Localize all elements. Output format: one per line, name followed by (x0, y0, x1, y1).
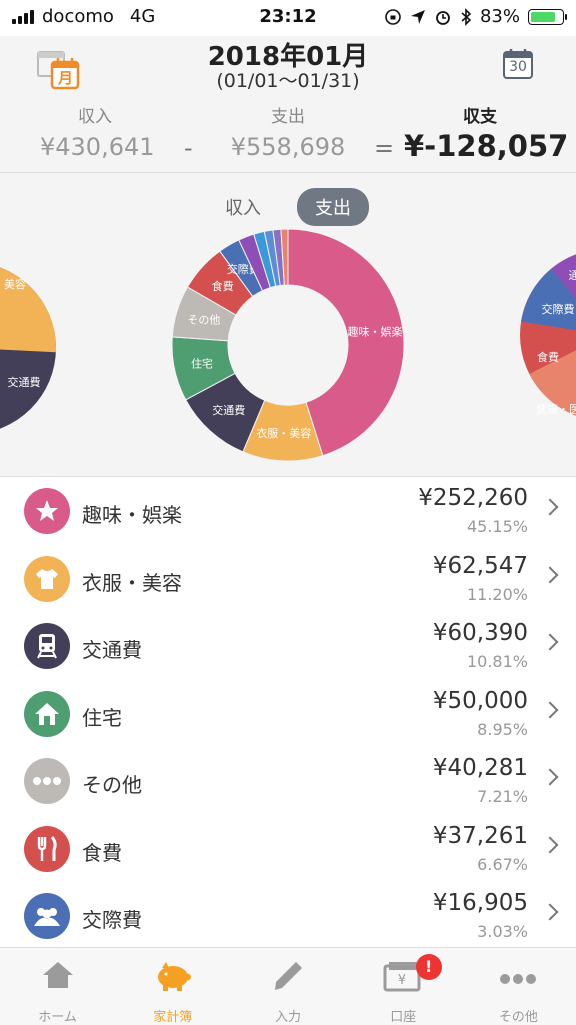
category-amount: ¥60,390 (433, 620, 528, 646)
category-row[interactable]: 食費 ¥37,261 6.67% (0, 815, 576, 883)
category-name: 交通費 (82, 634, 142, 663)
tab-more[interactable]: その他 (461, 948, 576, 1025)
tab-wallet[interactable]: ¥ 口座 ! (346, 948, 461, 1025)
category-row[interactable]: 交際費 ¥16,905 3.03% (0, 882, 576, 950)
balance-label: 収支 (404, 102, 556, 127)
prev-month-label: 交通費 (8, 375, 41, 389)
chart-carousel[interactable]: 収入 支出 美容交通費通交際費食費健康・医趣味・娯楽衣服・美容交通費住宅その他食… (0, 173, 576, 477)
alarm-icon (434, 8, 452, 26)
chevron-right-icon (542, 769, 559, 786)
chevron-right-icon (542, 634, 559, 651)
pie-label: 趣味・娯楽 (347, 325, 402, 339)
tab-piggy-bank[interactable]: 家計簿 (115, 948, 230, 1025)
minus-sign: - (184, 134, 193, 162)
category-row[interactable]: 住宅 ¥50,000 8.95% (0, 680, 576, 748)
category-name: 食費 (82, 837, 122, 866)
home-icon (41, 960, 75, 994)
chevron-right-icon (542, 499, 559, 516)
category-list: 趣味・娯楽 ¥252,260 45.15% 衣服・美容 ¥62,547 11.2… (0, 477, 576, 950)
income-value: ¥430,641 (40, 133, 150, 161)
balance-value: ¥-128,057 (404, 129, 556, 163)
next-month-label: 食費 (537, 350, 559, 364)
income-label: 収入 (40, 102, 150, 127)
tab-label: その他 (461, 1006, 576, 1025)
category-percent: 11.20% (467, 585, 528, 604)
tab-label: 入力 (230, 1006, 345, 1025)
more-icon (499, 970, 537, 989)
tab-pencil[interactable]: 入力 (230, 948, 345, 1025)
chevron-right-icon (542, 701, 559, 718)
daily-calendar-button[interactable]: 30 (502, 48, 534, 84)
people-icon (24, 893, 70, 939)
pie-label: 交通費 (212, 403, 245, 417)
next-month-label: 健康・医 (536, 402, 576, 416)
equals-sign: = (374, 134, 394, 162)
location-icon (410, 9, 426, 25)
tab-bar: ホーム 家計簿 入力 ¥ 口座 ! その他 (0, 947, 576, 1025)
piggy-bank-icon (154, 960, 192, 996)
orientation-lock-icon (384, 8, 402, 26)
category-percent: 10.81% (467, 652, 528, 671)
date-range: (01/01〜01/31) (0, 66, 576, 93)
prev-month-label: 美容 (4, 277, 26, 291)
expense-value: ¥558,698 (230, 133, 346, 161)
category-name: 衣服・美容 (82, 567, 182, 596)
pencil-icon (272, 960, 304, 996)
category-amount: ¥40,281 (433, 755, 528, 781)
category-amount: ¥252,260 (418, 485, 528, 511)
prev-month-slice (0, 262, 56, 352)
dots-icon (24, 758, 70, 804)
tab-label: 家計簿 (115, 1006, 230, 1025)
tab-label: 口座 (346, 1006, 461, 1025)
house-icon (24, 691, 70, 737)
category-percent: 7.21% (477, 787, 528, 806)
next-month-label: 交際費 (542, 302, 575, 316)
category-name: 住宅 (82, 702, 122, 731)
category-name: その他 (82, 769, 142, 798)
expense-summary: 支出 ¥558,698 (230, 102, 346, 161)
category-name: 交際費 (82, 904, 142, 933)
expense-donut-chart[interactable]: 美容交通費通交際費食費健康・医趣味・娯楽衣服・美容交通費住宅その他食費交際費 (0, 173, 576, 476)
status-bar: docomo 4G 23:12 83% (0, 0, 576, 36)
category-percent: 6.67% (477, 855, 528, 874)
fork-knife-icon (24, 826, 70, 872)
category-percent: 8.95% (477, 720, 528, 739)
summary-header: 月 2018年01月 (01/01〜01/31) 30 収入 ¥430,641 … (0, 36, 576, 173)
income-summary: 収入 ¥430,641 (40, 102, 150, 161)
category-row[interactable]: 趣味・娯楽 ¥252,260 45.15% (0, 477, 576, 545)
pie-label: その他 (187, 313, 220, 326)
battery-icon (528, 9, 564, 25)
tab-label: ホーム (0, 1006, 115, 1025)
tshirt-icon (24, 556, 70, 602)
category-row[interactable]: その他 ¥40,281 7.21% (0, 747, 576, 815)
category-name: 趣味・娯楽 (82, 499, 182, 528)
star-icon (24, 488, 70, 534)
pie-label: 住宅 (191, 356, 213, 370)
pie-label: 衣服・美容 (256, 426, 311, 440)
category-amount: ¥62,547 (433, 553, 528, 579)
category-row[interactable]: 交通費 ¥60,390 10.81% (0, 612, 576, 680)
chevron-right-icon (542, 836, 559, 853)
category-amount: ¥37,261 (433, 823, 528, 849)
notification-badge: ! (416, 954, 442, 980)
chevron-right-icon (542, 904, 559, 921)
tab-home[interactable]: ホーム (0, 948, 115, 1025)
category-amount: ¥16,905 (433, 890, 528, 916)
category-row[interactable]: 衣服・美容 ¥62,547 11.20% (0, 545, 576, 613)
battery-percent: 83% (480, 6, 520, 27)
calendar-day-label: 30 (502, 59, 534, 75)
next-month-label: 通 (569, 269, 576, 282)
chevron-right-icon (542, 566, 559, 583)
balance-summary: 収支 ¥-128,057 (404, 102, 556, 163)
category-percent: 45.15% (467, 517, 528, 536)
category-percent: 3.03% (477, 922, 528, 941)
bluetooth-icon (460, 8, 472, 26)
pie-label: 食費 (212, 279, 234, 293)
category-amount: ¥50,000 (433, 688, 528, 714)
expense-label: 支出 (230, 102, 346, 127)
train-icon (24, 623, 70, 669)
svg-text:¥: ¥ (398, 973, 406, 988)
